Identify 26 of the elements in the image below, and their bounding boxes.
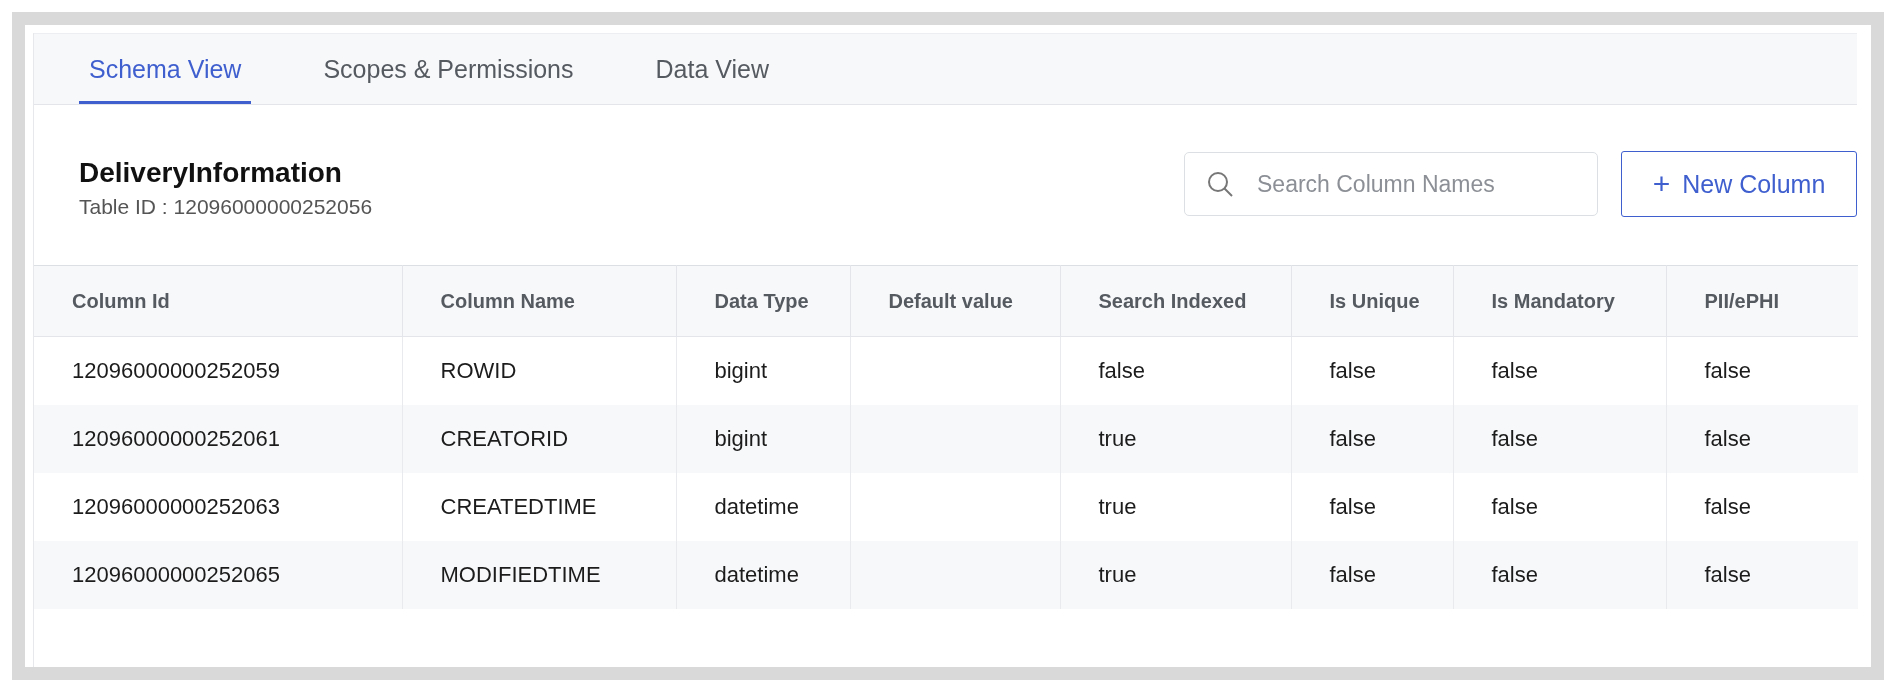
search-field[interactable]: Search Column Names [1184,152,1598,216]
new-column-button[interactable]: + New Column [1621,151,1857,217]
column-header: Column Id [34,265,402,337]
column-header: Is Mandatory [1453,265,1666,337]
column-header: Column Name [402,265,676,337]
table-cell: datetime [676,541,850,609]
tab[interactable]: Schema View [79,34,252,104]
column-header: Search Indexed [1060,265,1291,337]
table-cell: false [1453,541,1666,609]
column-header: Is Unique [1291,265,1453,337]
table-title: DeliveryInformation [79,157,343,189]
table-cell: 12096000000252065 [34,541,402,609]
table-cell: true [1060,541,1291,609]
table-cell: 12096000000252063 [34,473,402,541]
table-id: Table ID : 12096000000252056 [79,195,373,219]
tab[interactable]: Scopes & Permissions [313,34,584,104]
table-cell: MODIFIEDTIME [402,541,676,609]
column-header: PII/ePHI [1666,265,1858,337]
table-cell: false [1291,541,1453,609]
table-cell: 12096000000252059 [34,336,402,405]
table-cell: false [1666,541,1858,609]
column-header: Data Type [676,265,850,337]
table-cell: 12096000000252061 [34,405,402,473]
search-icon [1206,170,1234,198]
tab[interactable]: Data View [645,34,779,104]
column-header: Default value [850,265,1060,337]
